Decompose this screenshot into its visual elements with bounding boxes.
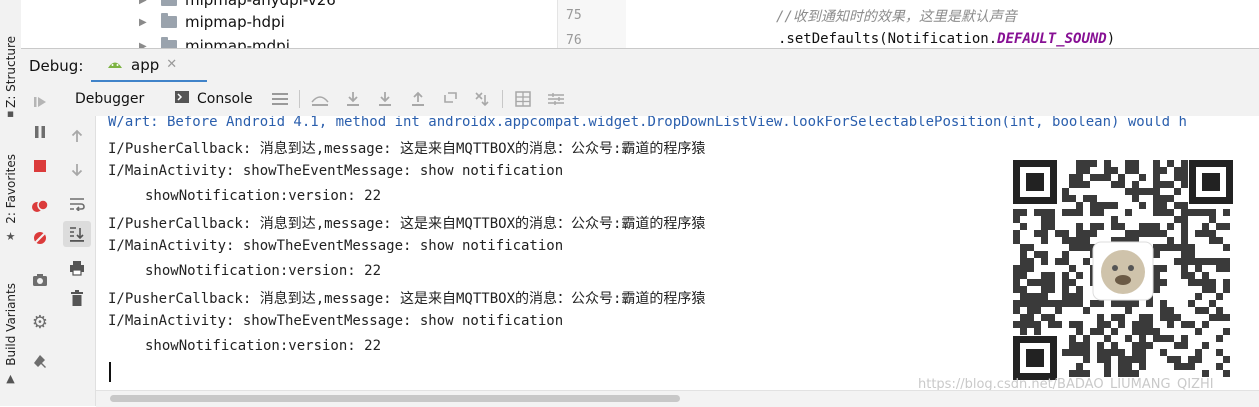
horizontal-scrollbar[interactable] — [96, 390, 1259, 407]
code-paren: ) — [1106, 31, 1116, 47]
debug-side-toolbar: ⚙ — [21, 82, 60, 406]
console-line: showNotification:version: 22 — [145, 338, 382, 354]
qr-code-image — [1013, 160, 1233, 380]
resume-icon[interactable] — [21, 90, 59, 114]
camera-icon[interactable] — [21, 268, 59, 292]
console-line: I/MainActivity: showTheEventMessage: sho… — [108, 238, 564, 254]
debug-header: Debug: app ✕ — [21, 48, 1259, 84]
structure-icon: ▪ — [6, 106, 15, 120]
console-line: I/PusherCallback: 消息到达,message: 这是来自MQTT… — [108, 291, 706, 307]
tab-debugger-label: Debugger — [75, 91, 145, 107]
console-side-toolbar — [59, 116, 96, 406]
console-line: I/PusherCallback: 消息到达,message: 这是来自MQTT… — [108, 141, 706, 157]
line-number: 76 — [566, 33, 582, 48]
tab-console[interactable]: Console — [175, 82, 253, 116]
chevron-right-icon[interactable]: ▶ — [139, 17, 161, 28]
editor-gutter: 75 76 — [557, 0, 627, 48]
tab-console-label: Console — [197, 91, 253, 107]
toolbar-divider — [502, 90, 503, 108]
console-line: showNotification:version: 22 — [145, 263, 382, 279]
folder-icon — [161, 0, 177, 6]
code-constant: DEFAULT_SOUND — [997, 31, 1107, 47]
code-line: .setDefaults(Notification.DEFAULT_SOUND) — [778, 31, 1115, 47]
left-tool-strip: Z: Structure ▪ 2: Favorites ★ Build Vari… — [0, 0, 22, 406]
step-over-icon[interactable] — [343, 89, 363, 109]
step-out-icon[interactable] — [408, 89, 428, 109]
up-arrow-icon[interactable] — [59, 124, 95, 148]
line-number: 75 — [566, 8, 582, 23]
close-icon[interactable]: ✕ — [166, 57, 177, 72]
code-call: .setDefaults(Notification. — [778, 31, 998, 47]
folder-icon — [161, 13, 177, 28]
tab-app[interactable]: app ✕ — [91, 49, 207, 83]
trash-icon[interactable] — [59, 286, 95, 310]
soft-wrap-icon[interactable] — [59, 192, 95, 216]
project-tree: ▶ mipmap-anydpi-v26 ▶ mipmap-hdpi ▶ mipm… — [21, 0, 557, 48]
debug-label: Debug: — [29, 57, 84, 75]
tree-row-label: mipmap-anydpi-v26 — [185, 0, 336, 9]
text-caret — [109, 362, 111, 382]
trace-icon[interactable] — [546, 89, 566, 109]
chevron-right-icon[interactable]: ▶ — [139, 41, 161, 49]
tree-row-mipmap-mdpi[interactable]: ▶ mipmap-mdpi — [139, 34, 290, 48]
step-into-icon[interactable] — [375, 89, 395, 109]
structure-tab-label: Z: Structure — [3, 36, 18, 108]
folder-icon — [161, 37, 177, 48]
down-arrow-icon[interactable] — [59, 158, 95, 182]
code-editor[interactable]: //收到通知时的效果，这里是默认声音 .setDefaults(Notifica… — [626, 0, 1259, 48]
star-icon: ★ — [5, 229, 16, 243]
console-line: showNotification:version: 22 — [145, 188, 382, 204]
menu-icon[interactable] — [270, 89, 290, 109]
favorites-tab[interactable]: 2: Favorites — [0, 146, 21, 232]
android-icon: ▲ — [6, 371, 15, 385]
build-variants-tab-label: Build Variants — [3, 282, 18, 366]
view-breakpoints-icon[interactable] — [21, 194, 59, 218]
drop-frame-icon[interactable] — [440, 89, 460, 109]
mute-breakpoints-icon[interactable] — [21, 226, 59, 250]
toolbar-divider — [299, 90, 300, 108]
tab-debugger[interactable]: Debugger — [75, 82, 144, 116]
tab-app-label: app — [131, 55, 160, 74]
scroll-to-end-icon[interactable] — [63, 221, 91, 247]
stop-icon[interactable] — [21, 154, 59, 178]
run-to-cursor-icon[interactable] — [473, 89, 493, 109]
pin-icon[interactable] — [21, 350, 59, 374]
console-line: I/PusherCallback: 消息到达,message: 这是来自MQTT… — [108, 216, 706, 232]
print-icon[interactable] — [59, 256, 95, 280]
show-execution-point-icon[interactable] — [310, 89, 330, 109]
tree-row-label: mipmap-mdpi — [185, 37, 290, 48]
scrollbar-thumb[interactable] — [110, 395, 680, 402]
console-icon — [175, 91, 189, 107]
build-variants-tab[interactable]: Build Variants — [0, 276, 21, 372]
console-line: I/MainActivity: showTheEventMessage: sho… — [108, 313, 564, 329]
android-icon — [107, 57, 123, 73]
tree-row-mipmap-hdpi[interactable]: ▶ mipmap-hdpi — [139, 10, 285, 34]
chevron-right-icon[interactable]: ▶ — [139, 0, 161, 6]
console-line: I/MainActivity: showTheEventMessage: sho… — [108, 163, 564, 179]
favorites-tab-label: 2: Favorites — [3, 154, 18, 224]
evaluate-expression-icon[interactable] — [513, 89, 533, 109]
pause-icon[interactable] — [21, 120, 59, 144]
console-line: W/art: Before Android 4.1, method int an… — [108, 116, 1187, 130]
settings-icon[interactable]: ⚙ — [21, 310, 59, 334]
tree-row-label: mipmap-hdpi — [185, 13, 285, 31]
code-comment: //收到通知时的效果，这里是默认声音 — [776, 9, 1017, 25]
debugger-toolbar: Debugger Console — [59, 82, 1259, 117]
